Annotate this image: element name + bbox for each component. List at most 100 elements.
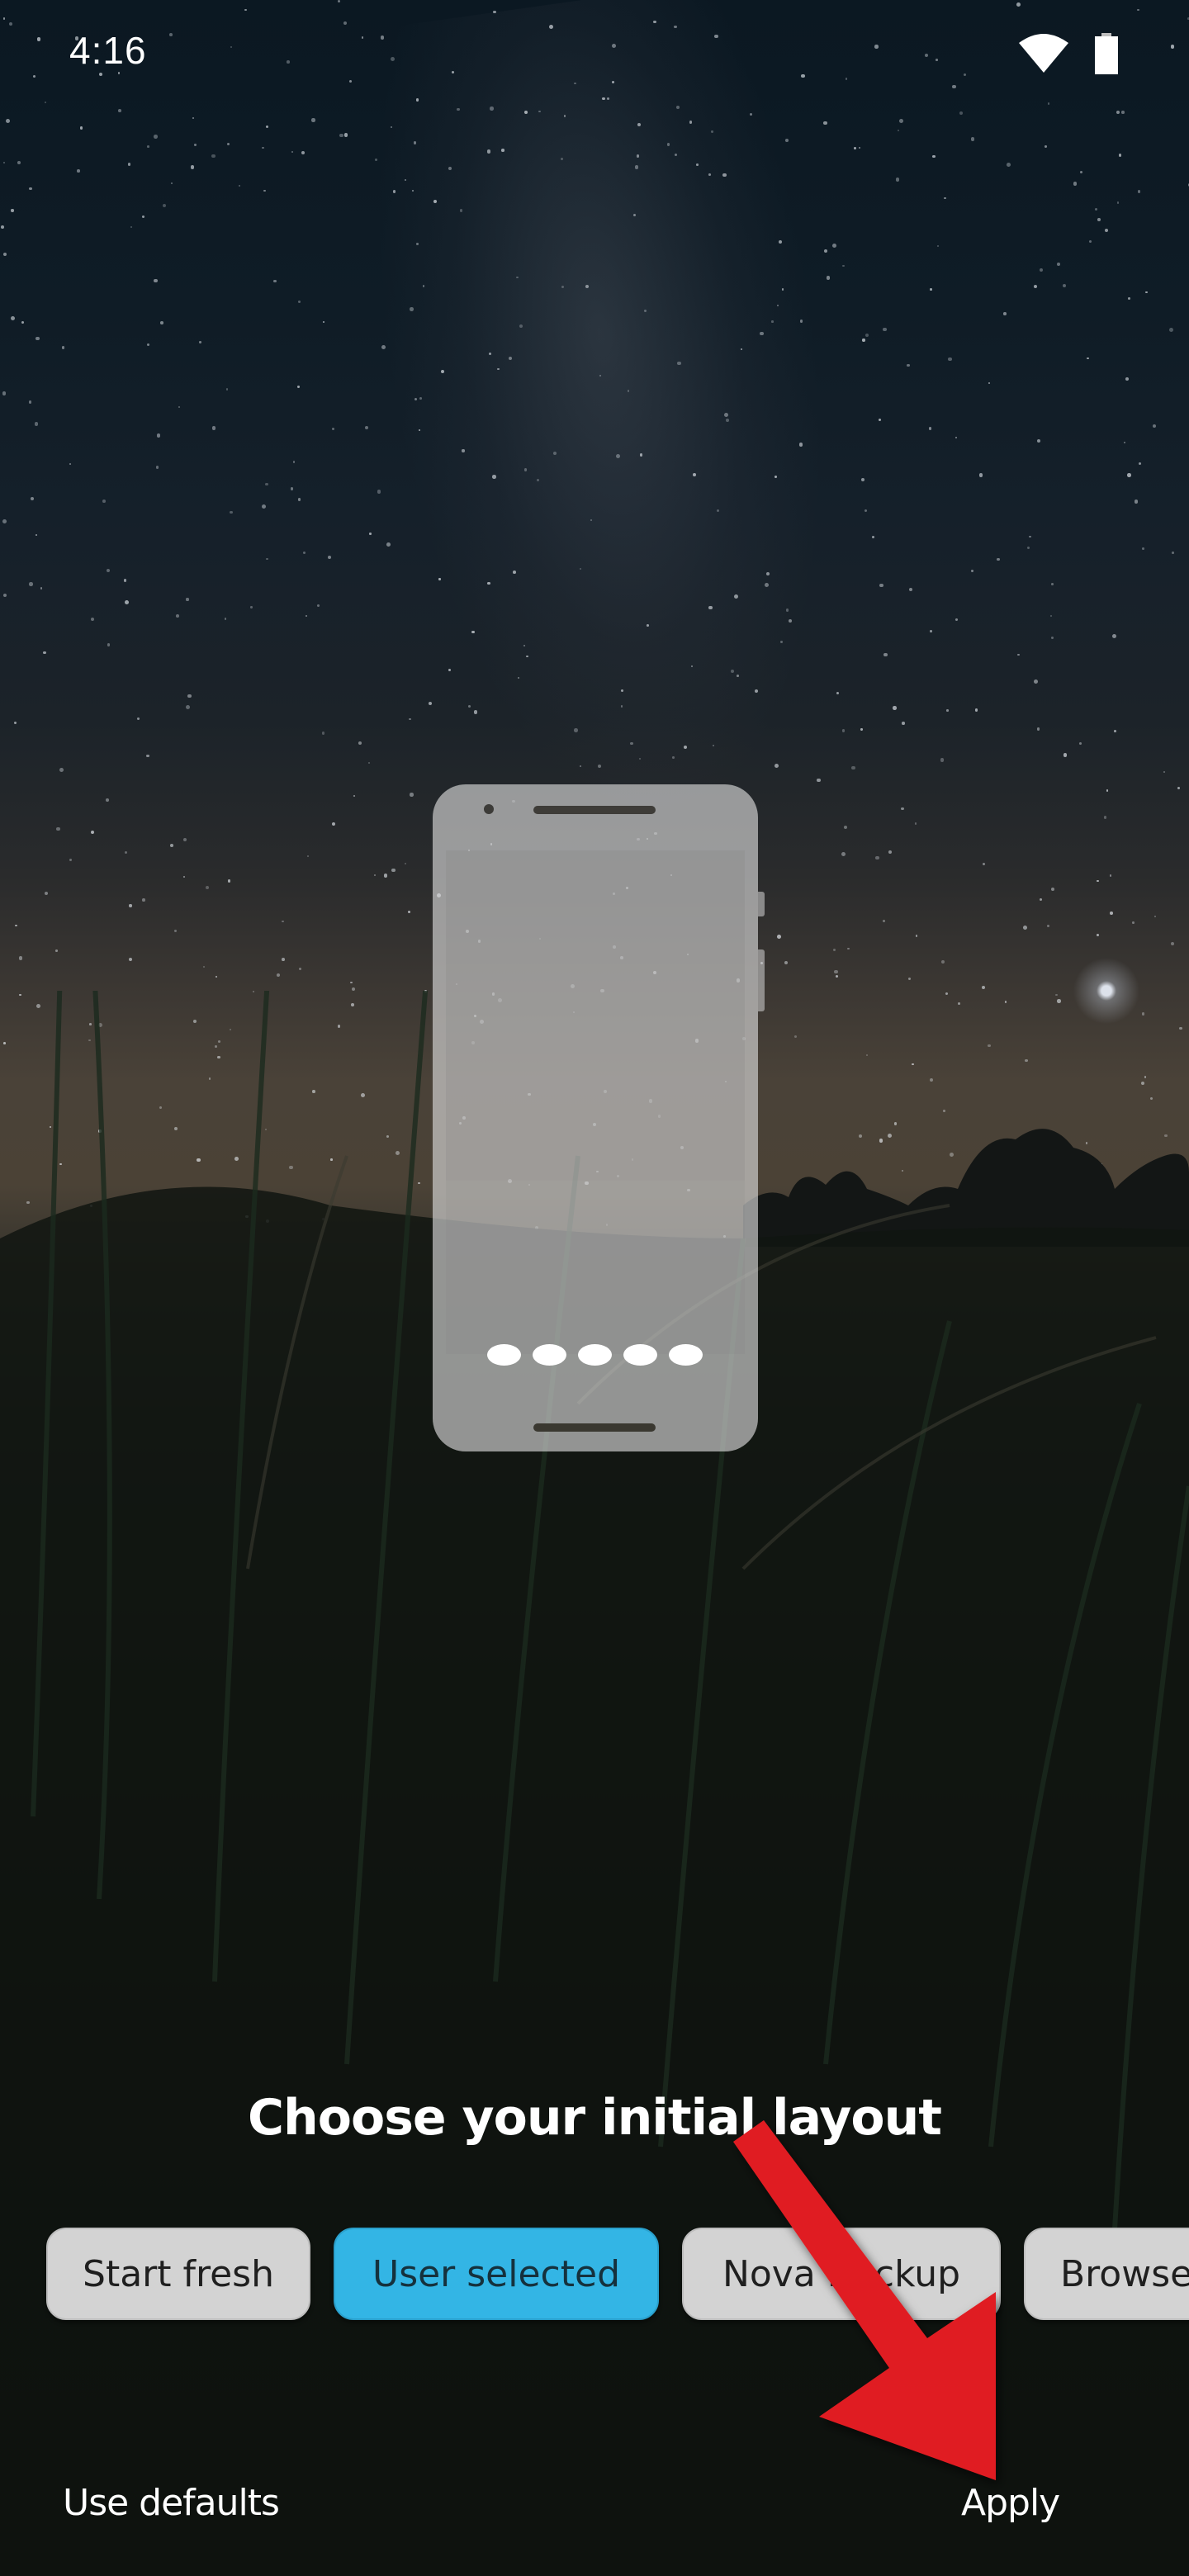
star xyxy=(944,197,946,200)
star xyxy=(765,582,769,587)
star xyxy=(448,668,452,672)
star xyxy=(630,741,633,746)
option-user-selected[interactable]: User selected xyxy=(334,2228,659,2320)
star xyxy=(28,400,32,405)
star xyxy=(227,142,230,145)
star xyxy=(55,826,60,831)
option-nova-backup[interactable]: Nova Backup xyxy=(682,2228,1001,2320)
star xyxy=(695,163,699,166)
star xyxy=(1027,546,1030,550)
star xyxy=(160,321,163,324)
star xyxy=(536,478,539,481)
star xyxy=(1138,462,1141,466)
star xyxy=(692,472,696,476)
star xyxy=(230,510,233,514)
star xyxy=(486,149,491,154)
star xyxy=(941,960,945,964)
star xyxy=(192,117,194,120)
option-browse[interactable]: Browse xyxy=(1024,2228,1189,2320)
star xyxy=(17,160,21,165)
star xyxy=(225,388,228,391)
dock-icon-placeholder xyxy=(487,1344,521,1366)
star xyxy=(1037,727,1040,731)
star xyxy=(410,793,414,797)
star xyxy=(261,504,266,509)
star xyxy=(615,454,620,459)
star xyxy=(1051,583,1054,585)
star xyxy=(136,717,140,720)
star xyxy=(981,985,986,990)
star xyxy=(407,910,411,914)
dock-icon-placeholder xyxy=(623,1344,657,1366)
option-start-fresh[interactable]: Start fresh xyxy=(46,2228,310,2320)
phone-screen xyxy=(446,850,745,1181)
star xyxy=(781,288,784,291)
star xyxy=(519,324,523,329)
star xyxy=(187,694,192,698)
star xyxy=(291,151,294,154)
star xyxy=(1106,788,1109,792)
star xyxy=(79,126,83,130)
star xyxy=(147,145,149,149)
star xyxy=(1163,770,1165,773)
star xyxy=(107,568,111,572)
star xyxy=(785,608,789,612)
star xyxy=(639,757,642,760)
star xyxy=(716,509,719,513)
star xyxy=(1097,218,1101,222)
star xyxy=(265,125,269,129)
star xyxy=(1109,874,1112,877)
star xyxy=(429,701,433,705)
star xyxy=(305,614,307,618)
star xyxy=(410,306,414,311)
dock-icon-placeholder xyxy=(533,1344,566,1366)
apply-button[interactable]: Apply xyxy=(961,2482,1060,2524)
star xyxy=(865,333,869,338)
dock-icons xyxy=(487,1344,703,1366)
star xyxy=(488,352,492,356)
star xyxy=(273,280,277,283)
star xyxy=(54,949,58,953)
star xyxy=(509,357,513,361)
star xyxy=(712,744,714,746)
star xyxy=(106,798,109,802)
star xyxy=(301,150,306,154)
star xyxy=(377,490,381,494)
star xyxy=(302,551,306,555)
star xyxy=(34,422,39,426)
star xyxy=(1,225,5,230)
star xyxy=(523,644,526,647)
star xyxy=(392,190,396,194)
star xyxy=(44,891,48,895)
star xyxy=(1145,291,1148,294)
star xyxy=(147,343,150,346)
star xyxy=(154,135,158,139)
star xyxy=(59,768,64,772)
use-defaults-button[interactable]: Use defaults xyxy=(63,2482,280,2524)
star xyxy=(296,386,300,389)
star xyxy=(843,825,847,829)
star xyxy=(1112,634,1117,638)
star xyxy=(883,652,888,657)
star xyxy=(1169,328,1174,332)
star xyxy=(902,722,905,725)
star xyxy=(211,154,216,159)
star xyxy=(1040,898,1043,902)
star xyxy=(433,199,438,203)
star xyxy=(1172,552,1174,554)
star xyxy=(467,705,471,708)
star xyxy=(851,766,855,770)
star xyxy=(35,336,40,341)
star xyxy=(492,475,496,479)
star xyxy=(526,655,529,658)
star xyxy=(364,426,369,430)
wifi-icon xyxy=(1019,34,1068,73)
star xyxy=(171,182,173,184)
star xyxy=(276,973,280,978)
star xyxy=(40,587,42,590)
star xyxy=(879,584,883,588)
star xyxy=(907,978,911,981)
star xyxy=(928,427,932,430)
star xyxy=(1062,283,1067,288)
star xyxy=(21,320,25,324)
